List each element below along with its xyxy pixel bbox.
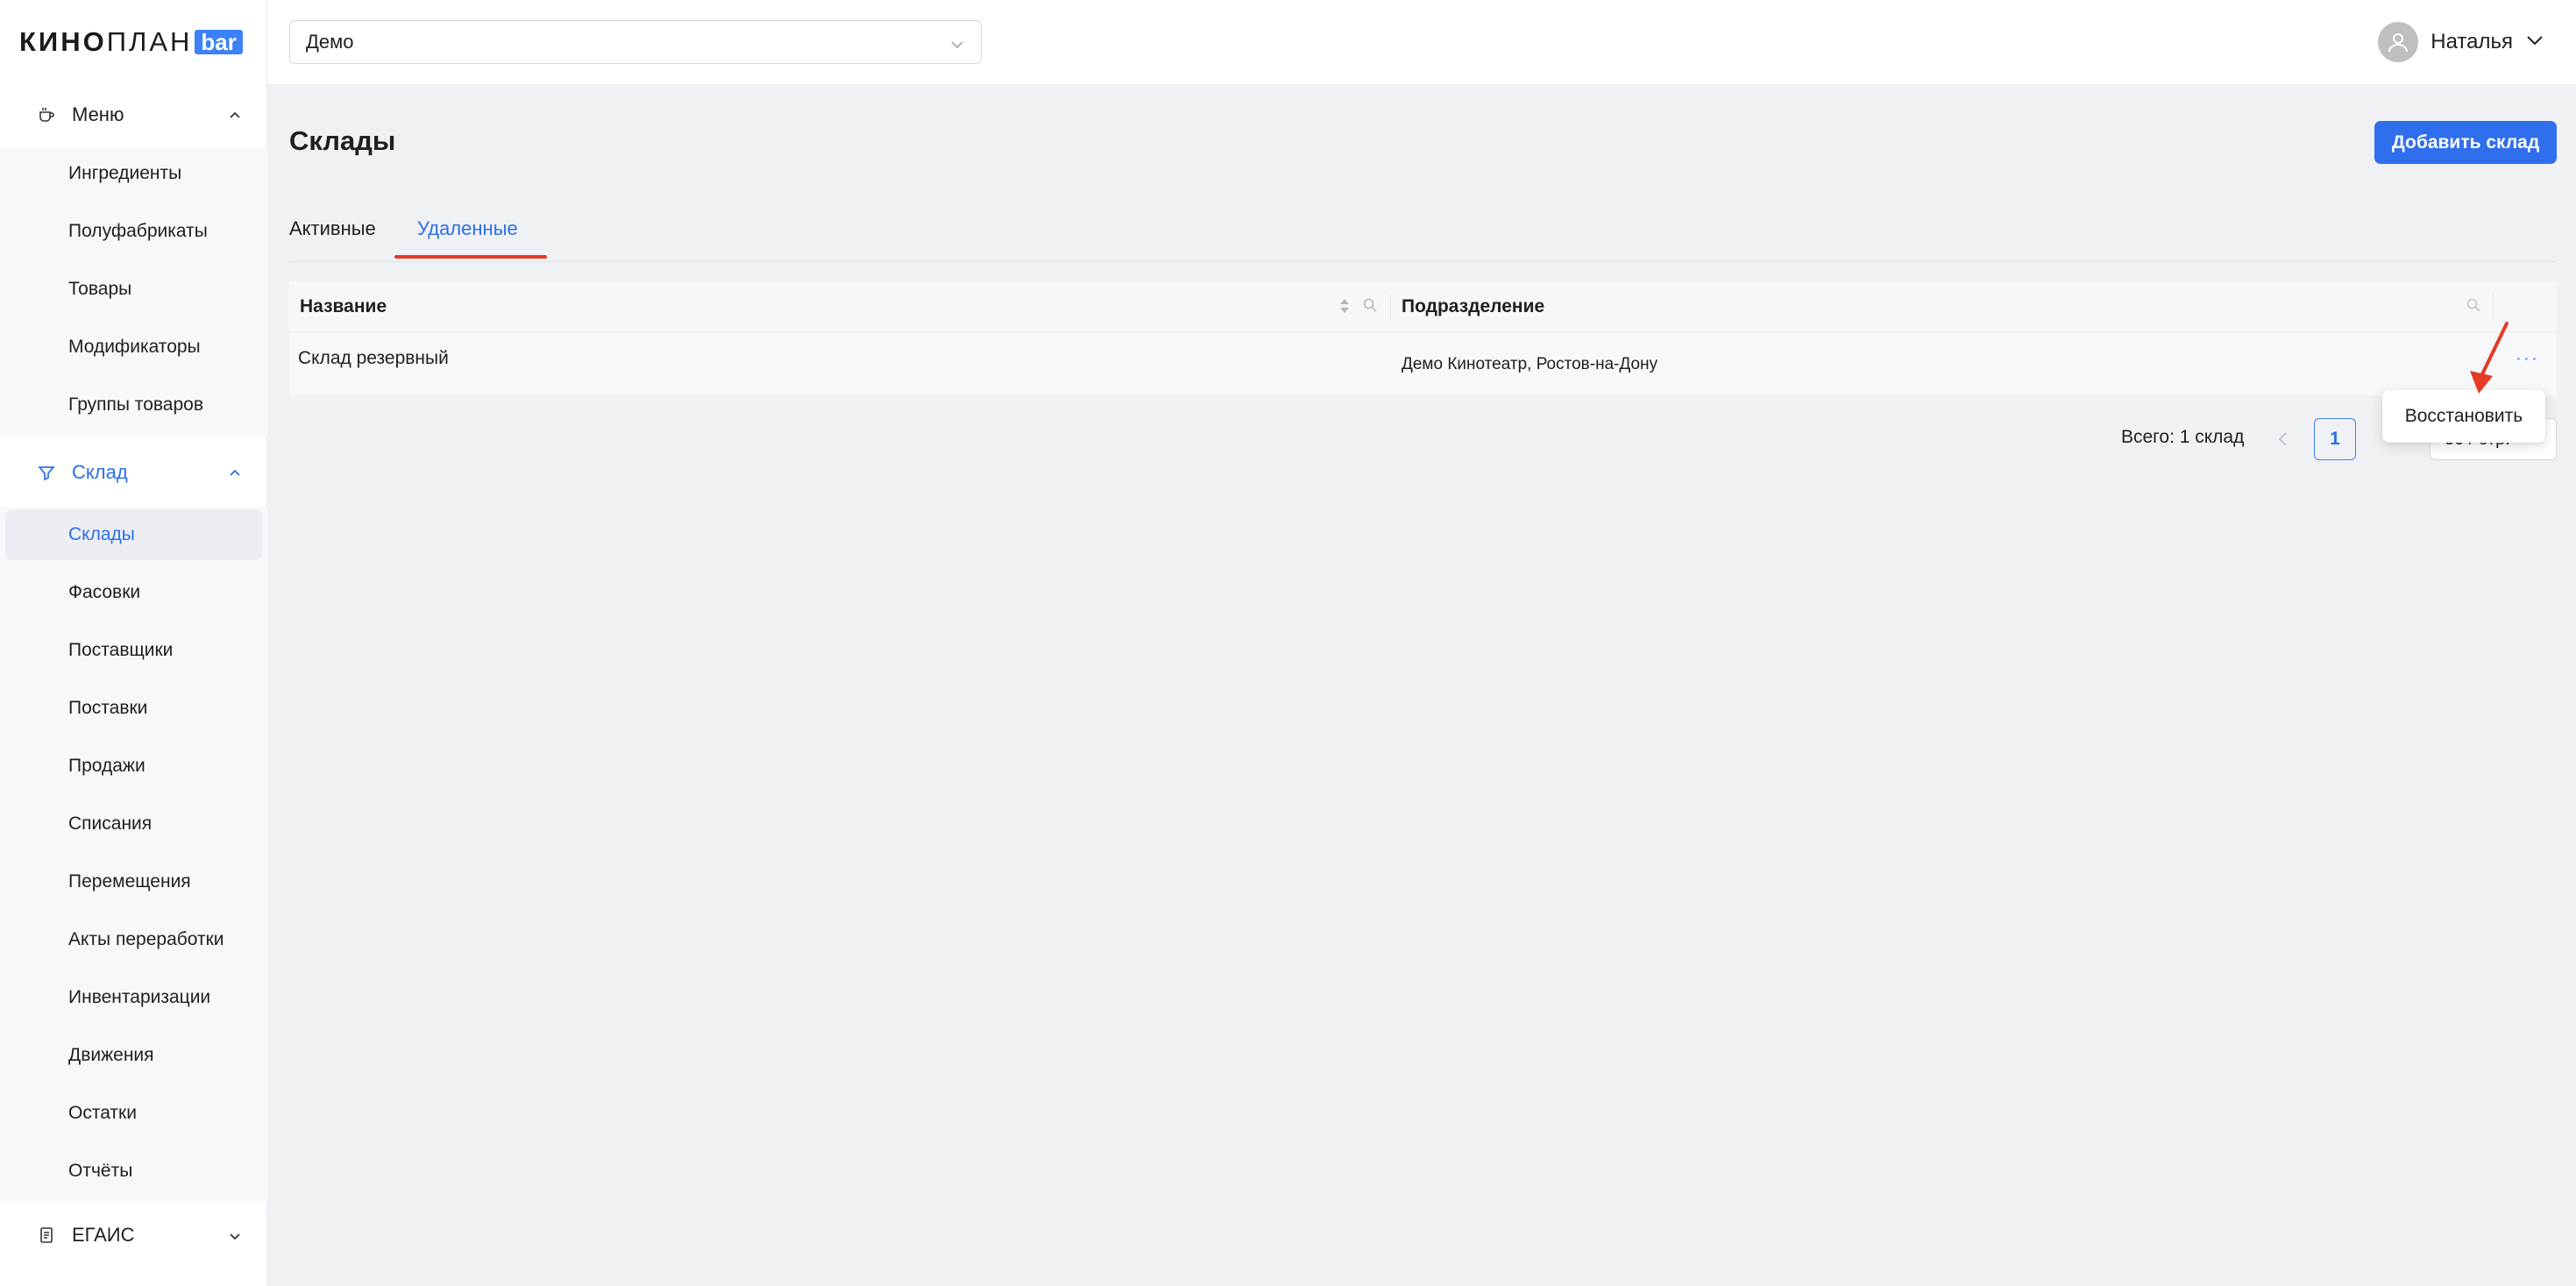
sidebar-item-movements[interactable]: Движения bbox=[5, 1030, 262, 1081]
sidebar-item-suppliers[interactable]: Поставщики bbox=[5, 625, 262, 676]
logo-badge: bar bbox=[195, 30, 243, 54]
nav-group-egais[interactable]: ЕГАИС bbox=[0, 1211, 267, 1260]
sidebar-item-warehouses[interactable]: Склады bbox=[5, 509, 262, 560]
logo-wordmark: КИНОПЛАН bbox=[19, 26, 192, 58]
sidebar-item-semi-finished[interactable]: Полуфабрикаты bbox=[5, 206, 262, 257]
avatar bbox=[2378, 22, 2419, 62]
tab-active[interactable]: Активные bbox=[289, 217, 376, 240]
sidebar-item-inventories[interactable]: Инвентаризации bbox=[5, 972, 262, 1023]
tabs: Активные Удаленные bbox=[289, 207, 2557, 262]
chevron-down-icon bbox=[2525, 31, 2544, 54]
chevron-down-icon bbox=[229, 1230, 240, 1240]
tab-annotation-underline bbox=[394, 255, 547, 259]
cup-icon bbox=[35, 103, 58, 126]
table-header: Название Подразделение bbox=[289, 281, 2557, 332]
organization-select-value: Демо bbox=[306, 31, 354, 53]
top-bar: Демо Наталья bbox=[267, 0, 2576, 85]
sidebar-item-reports[interactable]: Отчёты bbox=[5, 1146, 262, 1197]
search-icon[interactable] bbox=[1362, 297, 1378, 317]
sidebar-item-packagings[interactable]: Фасовки bbox=[5, 567, 262, 618]
chevron-up-icon bbox=[229, 467, 240, 478]
warehouse-subnav: Склады Фасовки Поставщики Поставки Прода… bbox=[0, 507, 267, 1201]
nav-group-menu-label: Меню bbox=[72, 103, 124, 125]
page-title: Склады bbox=[289, 125, 396, 156]
sidebar-item-modifiers[interactable]: Модификаторы bbox=[5, 322, 262, 373]
logo-brand-bold: КИНО bbox=[19, 26, 107, 57]
chevron-left-icon[interactable] bbox=[2274, 427, 2292, 456]
pagination-total: Всего: 1 склад bbox=[2121, 427, 2245, 447]
sort-icon[interactable] bbox=[1338, 295, 1351, 321]
sidebar-item-balances[interactable]: Остатки bbox=[5, 1088, 262, 1139]
nav-group-menu[interactable]: Меню bbox=[0, 90, 267, 139]
logo-brand-thin: ПЛАН bbox=[106, 26, 193, 57]
cell-warehouse-name: Склад резервный bbox=[298, 348, 449, 368]
funnel-icon bbox=[35, 461, 58, 484]
user-menu[interactable]: Наталья bbox=[2378, 21, 2544, 63]
nav-group-warehouse[interactable]: Склад bbox=[0, 448, 267, 497]
column-header-division[interactable]: Подразделение bbox=[1402, 281, 1544, 331]
sidebar-item-processing-acts[interactable]: Акты переработки bbox=[5, 914, 262, 965]
sidebar: КИНОПЛАН bar Меню Ингредиенты Полуфабрик… bbox=[0, 0, 267, 1286]
menu-subnav: Ингредиенты Полуфабрикаты Товары Модифик… bbox=[0, 148, 267, 437]
tab-deleted[interactable]: Удаленные bbox=[417, 217, 518, 240]
annotation-arrow-icon bbox=[2470, 322, 2509, 394]
sidebar-item-ingredients[interactable]: Ингредиенты bbox=[5, 148, 262, 199]
sidebar-item-product-groups[interactable]: Группы товаров bbox=[5, 380, 262, 430]
sidebar-item-deliveries[interactable]: Поставки bbox=[5, 683, 262, 734]
organization-select[interactable]: Демо bbox=[289, 20, 982, 64]
receipt-icon bbox=[35, 1224, 58, 1247]
add-warehouse-button[interactable]: Добавить склад bbox=[2374, 121, 2557, 164]
sidebar-item-sales[interactable]: Продажи bbox=[5, 741, 262, 792]
warehouses-table: Название Подразделение Склад резервный Д… bbox=[289, 281, 2557, 395]
search-icon[interactable] bbox=[2466, 297, 2481, 317]
nav-group-egais-label: ЕГАИС bbox=[72, 1224, 135, 1246]
sidebar-item-write-offs[interactable]: Списания bbox=[5, 799, 262, 849]
chevron-up-icon bbox=[229, 110, 240, 120]
cell-division: Демо Кинотеатр, Ростов-на-Дону bbox=[1402, 355, 1658, 373]
sidebar-item-goods[interactable]: Товары bbox=[5, 264, 262, 315]
column-header-name[interactable]: Название bbox=[300, 281, 387, 331]
table-row[interactable]: Склад резервный Демо Кинотеатр, Ростов-н… bbox=[289, 332, 2557, 395]
user-name: Наталья bbox=[2431, 30, 2513, 53]
row-actions-button[interactable]: ··· bbox=[2516, 348, 2539, 369]
sidebar-item-transfers[interactable]: Перемещения bbox=[5, 856, 262, 907]
column-divider bbox=[1390, 294, 1391, 320]
column-divider bbox=[2493, 294, 2494, 320]
chevron-down-icon bbox=[949, 35, 965, 58]
page-number-button[interactable]: 1 bbox=[2314, 418, 2356, 460]
nav-group-warehouse-label: Склад bbox=[72, 461, 128, 483]
logo[interactable]: КИНОПЛАН bar bbox=[19, 25, 243, 60]
